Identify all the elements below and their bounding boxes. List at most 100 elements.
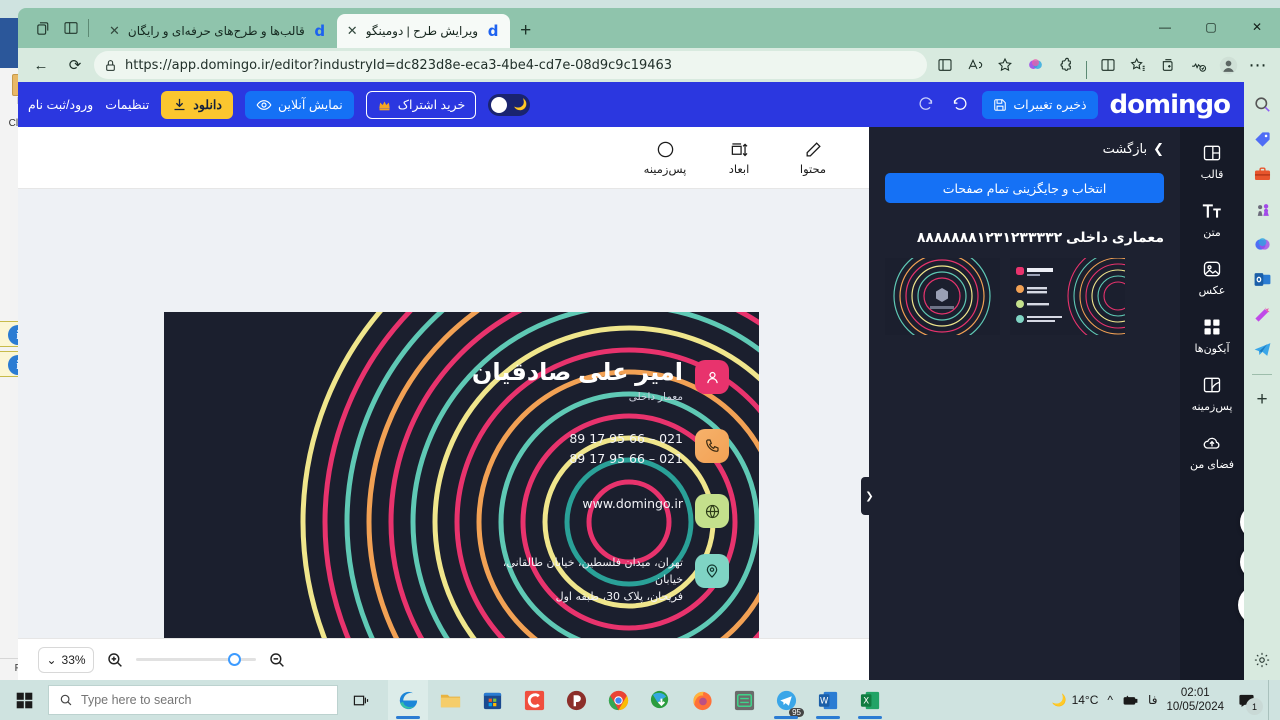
- new-tab-button[interactable]: +: [510, 20, 541, 48]
- business-card-design[interactable]: امیر علی صادقیان معمار داخلی 021 – 66 95…: [164, 312, 759, 680]
- browser-tab-1[interactable]: d قالب‌ها و طرح‌های حرفه‌ای و رایگان ✕: [99, 14, 337, 48]
- taskbar-app-telegram[interactable]: 95: [766, 680, 806, 720]
- read-aloud-icon[interactable]: [961, 51, 989, 79]
- settings-gear-icon[interactable]: [1250, 648, 1274, 672]
- taskbar-app-potplayer[interactable]: [556, 680, 596, 720]
- games-icon[interactable]: [1250, 197, 1274, 221]
- toggle-knob: [491, 96, 508, 113]
- browser-split-icon[interactable]: [1094, 51, 1122, 79]
- extensions-icon[interactable]: [1051, 51, 1079, 79]
- profile-icon[interactable]: [1214, 51, 1242, 79]
- taskbar-search-box[interactable]: [48, 685, 338, 715]
- address-bar[interactable]: https://app.domingo.ir/editor?industryId…: [94, 51, 927, 79]
- search-input[interactable]: [81, 693, 311, 707]
- browser-essentials-icon[interactable]: [1184, 51, 1212, 79]
- taskbar-app-camtasia[interactable]: [514, 680, 554, 720]
- copilot-tabs-icon[interactable]: [30, 16, 56, 40]
- back-button[interactable]: ←: [26, 51, 56, 79]
- dimensions-icon: [730, 139, 749, 159]
- live-preview-button[interactable]: نمایش آنلاین: [244, 90, 354, 119]
- card-back-thumbnail[interactable]: [885, 258, 1000, 335]
- split-screen-icon[interactable]: [931, 51, 959, 79]
- favorites-icon[interactable]: [1124, 51, 1152, 79]
- rail-item-text[interactable]: متن: [1184, 199, 1240, 239]
- show-desktop-button[interactable]: [1268, 680, 1274, 720]
- taskbar-app-google-chrome[interactable]: [598, 680, 638, 720]
- zoom-out-icon[interactable]: [268, 651, 286, 669]
- weather-widget[interactable]: 🌙 14°C: [1052, 693, 1099, 707]
- windows-start-icon[interactable]: [0, 680, 48, 720]
- outlook-icon[interactable]: [1250, 267, 1274, 291]
- shopping-icon[interactable]: [1250, 127, 1274, 151]
- taskbar-app-notepad-app[interactable]: [724, 680, 764, 720]
- maximize-button[interactable]: ▢: [1188, 8, 1234, 46]
- taskbar-apps: 95 W X: [388, 680, 890, 720]
- moon-icon: 🌙: [1051, 693, 1067, 707]
- taskbar-app-microsoft-word[interactable]: W: [808, 680, 848, 720]
- domingo-logo[interactable]: domingo: [1110, 90, 1231, 120]
- taskbar-app-microsoft-store[interactable]: [472, 680, 512, 720]
- close-tab-icon[interactable]: ✕: [346, 23, 359, 39]
- browser-tab-2[interactable]: d ویرایش طرح | دومینگو ✕: [336, 14, 511, 48]
- rail-label: آیکون‌ها: [1194, 343, 1230, 355]
- toolbar-item-content[interactable]: محتوا: [787, 139, 839, 176]
- toolbar-item-background[interactable]: پس‌زمینه: [639, 139, 691, 176]
- tab-title: ویرایش طرح | دومینگو: [365, 24, 479, 38]
- rail-item-image[interactable]: عکس: [1184, 257, 1240, 297]
- star-icon[interactable]: [991, 51, 1019, 79]
- settings-link[interactable]: تنظیمات: [105, 97, 149, 112]
- design-canvas[interactable]: امیر علی صادقیان معمار داخلی 021 – 66 95…: [18, 189, 869, 680]
- refresh-button[interactable]: ⟳: [60, 51, 90, 79]
- collections-icon[interactable]: [1154, 51, 1182, 79]
- tab-actions-icon[interactable]: [58, 16, 84, 40]
- network-battery-icon[interactable]: [1122, 694, 1139, 707]
- toolbar-item-dimensions[interactable]: ابعاد: [713, 139, 765, 176]
- zoom-slider-knob[interactable]: [228, 653, 241, 666]
- task-view-icon[interactable]: [338, 680, 384, 720]
- zoom-level-select[interactable]: ⌄ 33%: [38, 646, 94, 673]
- tools-icon[interactable]: [1250, 162, 1274, 186]
- subscribe-button[interactable]: خرید اشتراک: [365, 90, 477, 119]
- add-icon[interactable]: +: [1250, 388, 1274, 412]
- taskbar-app-mozilla-firefox[interactable]: [682, 680, 722, 720]
- rail-item-background[interactable]: پس‌زمینه: [1184, 373, 1240, 413]
- background-icon: [1202, 373, 1222, 397]
- image-creator-icon[interactable]: [1250, 302, 1274, 326]
- panel-collapse-arrow[interactable]: ❯: [861, 477, 878, 515]
- redo-icon[interactable]: [916, 96, 937, 113]
- tray-expand-chevron-icon[interactable]: ^: [1107, 693, 1113, 707]
- zoom-in-icon[interactable]: [106, 651, 124, 669]
- taskbar-app-file-explorer[interactable]: [430, 680, 470, 720]
- rail-item-icons[interactable]: آیکون‌ها: [1184, 315, 1240, 355]
- telegram-icon[interactable]: [1250, 337, 1274, 361]
- dark-mode-toggle[interactable]: 🌙: [488, 93, 531, 116]
- search-icon[interactable]: [1250, 92, 1274, 116]
- replace-all-pages-button[interactable]: انتخاب و جایگزینی تمام صفحات: [885, 173, 1164, 203]
- taskbar-app-microsoft-edge[interactable]: [388, 680, 428, 720]
- close-tab-icon[interactable]: ✕: [108, 23, 121, 39]
- close-window-button[interactable]: ✕: [1234, 8, 1280, 46]
- settings-more-icon[interactable]: ⋯: [1244, 51, 1272, 79]
- subscribe-label: خرید اشتراک: [397, 98, 466, 112]
- undo-icon[interactable]: [949, 96, 970, 113]
- taskbar-app-microsoft-excel[interactable]: X: [850, 680, 890, 720]
- taskbar-app-internet-download-manager[interactable]: [640, 680, 680, 720]
- notification-center-button[interactable]: 1: [1233, 687, 1263, 715]
- tab-strip: d قالب‌ها و طرح‌های حرفه‌ای و رایگان ✕ d…: [18, 8, 1280, 48]
- rail-item-template[interactable]: قالب: [1184, 141, 1240, 181]
- save-changes-button[interactable]: ذخیره تغییرات: [982, 90, 1098, 119]
- toolbar-label: ابعاد: [728, 164, 750, 176]
- copilot-icon[interactable]: [1250, 232, 1274, 256]
- download-button[interactable]: دانلود: [161, 90, 233, 119]
- copilot-icon[interactable]: [1021, 51, 1049, 79]
- download-label: دانلود: [193, 98, 222, 112]
- login-register-link[interactable]: ورود/ثبت نام: [28, 97, 93, 112]
- zoom-slider[interactable]: [136, 653, 256, 666]
- language-indicator[interactable]: فا: [1148, 693, 1157, 707]
- rail-item-my-space[interactable]: فضای من: [1184, 431, 1240, 471]
- taskbar-clock[interactable]: 02:01 10/05/2024: [1166, 686, 1224, 715]
- card-front-thumbnail[interactable]: [1010, 258, 1125, 335]
- minimize-button[interactable]: —: [1142, 8, 1188, 46]
- panel-back-button[interactable]: ❯ بازگشت: [885, 141, 1164, 157]
- tab-title: قالب‌ها و طرح‌های حرفه‌ای و رایگان: [127, 24, 305, 38]
